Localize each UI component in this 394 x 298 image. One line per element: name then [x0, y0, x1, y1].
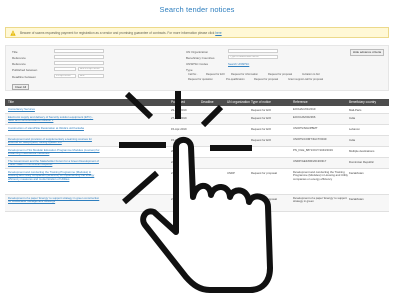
- cell-beneficiary-country: Lebanon: [349, 127, 360, 131]
- deadline-between-label: Deadline between: [12, 75, 37, 79]
- table-row[interactable]: Development of Six Modular Education Pro…: [5, 147, 389, 158]
- cell-title[interactable]: Electronic supply and delivery of Securi…: [8, 115, 100, 123]
- tender-notices-table: Title Published Deadline UN organization…: [5, 99, 389, 212]
- cell-type-of-notice: Request for EOI: [251, 116, 272, 120]
- cell-reference: UNOPS/SFA/PBMT: [293, 126, 318, 130]
- cell-type-of-notice: Request for proposal: [251, 197, 277, 201]
- cell-beneficiary-country: India: [349, 116, 356, 120]
- search-unspsc-link[interactable]: Search UNSPSC: [228, 62, 249, 66]
- cell-published: 21-Apr-2019 17:00: [171, 171, 195, 175]
- cell-beneficiary-country: Kazakhstan: [349, 197, 364, 201]
- table-row[interactable]: Construction of stand/Site Restoration a…: [5, 125, 389, 136]
- table-row[interactable]: Consultancy Services 23-Apr-2019 Request f…: [5, 106, 389, 114]
- cell-type-of-notice: Request for EOI: [251, 127, 272, 131]
- column-title[interactable]: Title: [8, 100, 14, 104]
- notice-text: Beware of scams requesting payment for r…: [20, 31, 216, 35]
- cell-title[interactable]: Construction of stand/Site Restoration a…: [8, 126, 100, 130]
- cell-beneficiary-country: Mali-Paris: [349, 108, 362, 112]
- cell-published: 26-Apr-2019: [171, 149, 187, 153]
- column-beneficiary-country[interactable]: Beneficiary country: [349, 100, 376, 104]
- cell-beneficiary-country: India: [349, 138, 356, 142]
- deadline-to-input[interactable]: and: [78, 74, 104, 78]
- table-row[interactable]: Development and provision of supplementa…: [5, 136, 389, 147]
- table-header: Title Published Deadline UN organization…: [5, 99, 389, 106]
- type-checkbox[interactable]: Invitation to bid: [302, 73, 319, 76]
- cell-reference: PN_FILE_8871/OUT/1043/2019: [293, 148, 333, 152]
- page-title: Search tender notices: [159, 5, 235, 14]
- beneficiary-countries-input[interactable]: Type to select/filter items: [228, 55, 278, 59]
- cell-published: 24-Apr-2019 17:00: [171, 160, 195, 164]
- type-checkbox[interactable]: Grant support-call for proposal: [288, 78, 323, 81]
- hide-advanced-criteria-button[interactable]: Hide advance criteria: [350, 49, 384, 56]
- column-published[interactable]: Published: [171, 100, 185, 104]
- reference-input[interactable]: [54, 55, 104, 59]
- un-organization-label: UN Organization: [186, 50, 209, 54]
- cell-reference: EOI/HAC/01/2019: [293, 107, 316, 111]
- type-checkbox[interactable]: Request for quotation: [188, 78, 213, 81]
- published-to-input[interactable]: and 15-Apr-2019: [78, 67, 104, 71]
- cell-published: 27-Apr-2019: [171, 116, 187, 120]
- type-label: Type: [186, 68, 193, 72]
- published-from-input[interactable]: [54, 67, 76, 71]
- cell-published: 15-Apr-2019: [171, 138, 187, 142]
- cell-type-of-notice: Request for EOI: [251, 108, 272, 112]
- cell-reference: EOI/CHS/00/2366: [293, 115, 316, 119]
- cell-published: 23-Apr-2019: [171, 108, 187, 112]
- column-deadline[interactable]: Deadline: [201, 100, 214, 104]
- reference-label: Reference: [12, 56, 26, 60]
- type-checkbox[interactable]: Request for EOI: [206, 73, 225, 76]
- deadline-from-input[interactable]: 15-Apr-2019: [54, 74, 76, 78]
- clear-all-button[interactable]: Clear All: [12, 84, 29, 90]
- title-input[interactable]: [54, 49, 104, 53]
- cell-title[interactable]: Consultancy Services: [8, 107, 100, 111]
- unspsc-codes-label: UNSPSC Codes: [186, 62, 209, 66]
- cell-title[interactable]: Development of a paper 'Energy' to suppo…: [8, 196, 100, 204]
- un-organization-select[interactable]: [228, 49, 278, 53]
- cell-type-of-notice: Request for proposal: [251, 171, 277, 175]
- cell-published: 21-Apr-2019 17:00: [171, 197, 195, 201]
- type-checkbox[interactable]: Pre-qualification: [226, 78, 245, 81]
- published-between-label: Published between: [12, 68, 38, 72]
- cell-reference: Development of a paper 'Energy' to suppo…: [293, 196, 347, 204]
- reference-2-input[interactable]: [54, 61, 104, 65]
- column-type-of-notice[interactable]: Type of notice: [251, 100, 271, 104]
- table-row[interactable]: Development and conducting the Training …: [5, 169, 389, 195]
- cell-title[interactable]: Development and conducting the Training …: [8, 170, 100, 181]
- cell-type-of-notice: Request for EOI: [251, 138, 272, 142]
- cell-beneficiary-country: Multiple destinations: [349, 149, 375, 153]
- cell-beneficiary-country: Dominican Republic: [349, 160, 374, 164]
- search-filters-panel: Title Reference Reference Published betw…: [5, 45, 389, 91]
- beneficiary-countries-label: Beneficiary Countries: [186, 56, 215, 60]
- notice-link[interactable]: here: [215, 31, 221, 35]
- cell-title[interactable]: Development of Six Modular Education Pro…: [8, 148, 100, 156]
- table-row[interactable]: Electronic supply and delivery of Securi…: [5, 114, 389, 125]
- cell-un-organization: UNDP: [227, 171, 235, 175]
- cell-reference: Development and conducting the Training …: [293, 170, 348, 181]
- cell-reference: UNDP/GEF/DR/2019/0317: [293, 159, 327, 163]
- scam-warning-banner: Beware of scams requesting payment for r…: [5, 27, 389, 38]
- cell-un-organization: UNDP: [227, 197, 235, 201]
- type-checkbox[interactable]: Request for information: [231, 73, 258, 76]
- table-row[interactable]: Development of a paper 'Energy' to suppo…: [5, 195, 389, 212]
- type-checkbox[interactable]: Request for proposal: [268, 73, 292, 76]
- cell-title[interactable]: The Government and the Stakeholder Forum…: [8, 159, 100, 167]
- cell-published: 15-Apr-2019: [171, 127, 187, 131]
- title-label: Title: [12, 50, 18, 54]
- column-un-organization[interactable]: UN organization: [227, 100, 250, 104]
- cell-beneficiary-country: Kazakhstan: [349, 171, 364, 175]
- table-row[interactable]: The Government and the Stakeholder Forum…: [5, 158, 389, 169]
- type-checkbox[interactable]: Request for proposal: [254, 78, 278, 81]
- cell-title[interactable]: Development and provision of supplementa…: [8, 137, 100, 145]
- warning-icon: [10, 30, 16, 36]
- column-reference[interactable]: Reference: [293, 100, 308, 104]
- reference-2-label: Reference: [12, 62, 26, 66]
- type-checkbox[interactable]: Call for..: [188, 73, 198, 76]
- cell-reference: UNOPS/COMT/IGCT/0049: [293, 137, 327, 141]
